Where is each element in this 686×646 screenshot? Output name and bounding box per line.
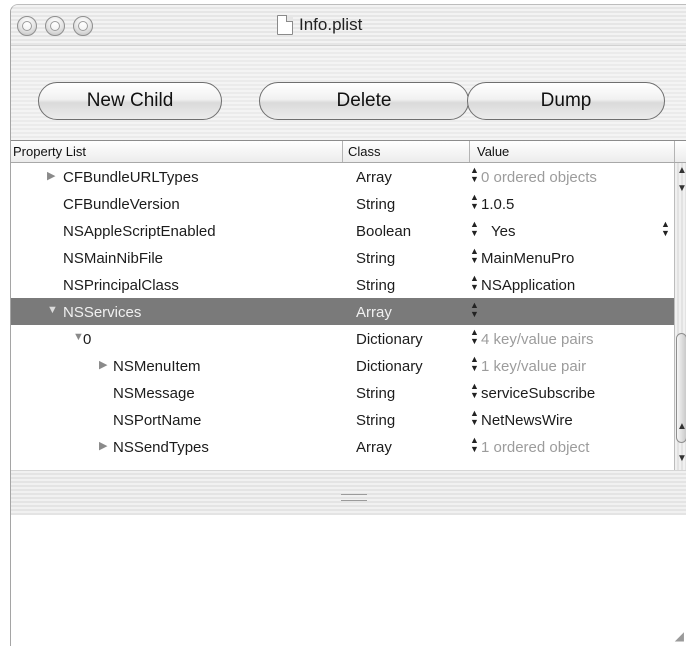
property-list-table: Property List Class Value ▶ CFBundleURLTy… xyxy=(11,140,686,471)
header-class[interactable]: Class xyxy=(348,144,381,159)
property-value[interactable]: 1 key/value pair xyxy=(481,358,586,375)
table-row[interactable]: ▼ 0 Dictionary ▲ ▼ 4 key/value pairs xyxy=(11,325,674,352)
property-value[interactable]: MainMenuPro xyxy=(481,250,574,267)
property-key[interactable]: CFBundleURLTypes xyxy=(63,169,199,186)
property-class[interactable]: String xyxy=(356,412,395,429)
document-icon xyxy=(277,15,293,35)
property-key[interactable]: NSPortName xyxy=(113,412,201,429)
window-title-group: Info.plist xyxy=(277,15,362,35)
class-stepper-icon[interactable]: ▲ ▼ xyxy=(470,193,479,211)
property-value[interactable]: 4 key/value pairs xyxy=(481,331,594,348)
property-class[interactable]: Array xyxy=(356,304,392,321)
property-key[interactable]: NSAppleScriptEnabled xyxy=(63,223,216,240)
table-row[interactable]: ▼ NSServices Array ▲ ▼ xyxy=(11,298,674,325)
popup-arrows-icon[interactable]: ▲ ▼ xyxy=(661,220,670,238)
class-stepper-icon[interactable]: ▲ ▼ xyxy=(470,301,479,319)
class-stepper-icon[interactable]: ▲ ▼ xyxy=(470,409,479,427)
title-bar[interactable]: Info.plist xyxy=(11,5,686,46)
class-stepper-icon[interactable]: ▲ ▼ xyxy=(470,274,479,292)
table-row[interactable]: NSPortName String ▲ ▼ NetNewsWire xyxy=(11,406,674,433)
property-value[interactable]: Yes xyxy=(491,223,515,240)
property-class[interactable]: String xyxy=(356,385,395,402)
class-stepper-icon[interactable]: ▲ ▼ xyxy=(470,328,479,346)
table-row[interactable]: CFBundleVersion String ▲ ▼ 1.0.5 xyxy=(11,190,674,217)
scroll-up-arrow-icon[interactable]: ▲ xyxy=(677,165,686,176)
toolbar: New Child Delete Dump xyxy=(11,46,686,140)
scroll-down-arrow-icon[interactable]: ▼ xyxy=(677,183,686,194)
property-class[interactable]: Dictionary xyxy=(356,358,423,375)
property-value[interactable]: NSApplication xyxy=(481,277,575,294)
property-class[interactable]: Boolean xyxy=(356,223,411,240)
property-class[interactable]: String xyxy=(356,277,395,294)
property-value[interactable]: 0 ordered objects xyxy=(481,169,597,186)
property-class[interactable]: String xyxy=(356,250,395,267)
property-key[interactable]: 0 xyxy=(83,331,91,348)
class-stepper-icon[interactable]: ▲ ▼ xyxy=(470,382,479,400)
property-class[interactable]: Dictionary xyxy=(356,331,423,348)
table-row[interactable]: NSMessage String ▲ ▼ serviceSubscribe xyxy=(11,379,674,406)
table-row[interactable]: NSPrincipalClass String ▲ ▼ NSApplication xyxy=(11,271,674,298)
class-stepper-icon[interactable]: ▲ ▼ xyxy=(470,436,479,454)
property-class[interactable]: String xyxy=(356,196,395,213)
property-value[interactable]: serviceSubscribe xyxy=(481,385,595,402)
property-key[interactable]: NSMessage xyxy=(113,385,195,402)
window-title: Info.plist xyxy=(299,15,363,34)
delete-button[interactable]: Delete xyxy=(259,82,469,120)
minimize-button[interactable] xyxy=(45,16,65,36)
vertical-scrollbar[interactable]: ▲ ▼ ▲ ▼ xyxy=(674,163,686,471)
column-divider[interactable] xyxy=(469,141,470,162)
table-row[interactable]: NSAppleScriptEnabled Boolean ▲ ▼ Yes ▲ ▼ xyxy=(11,217,674,244)
table-row[interactable]: ▶ NSSendTypes Array ▲ ▼ 1 ordered object xyxy=(11,433,674,460)
column-divider[interactable] xyxy=(342,141,343,162)
property-value[interactable]: NetNewsWire xyxy=(481,412,573,429)
table-row[interactable]: ▶ NSMenuItem Dictionary ▲ ▼ 1 key/value pair xyxy=(11,352,674,379)
header-value[interactable]: Value xyxy=(477,144,509,159)
dump-output-pane[interactable]: ◢ xyxy=(11,515,686,646)
splitter-grip-icon[interactable] xyxy=(341,494,367,501)
property-key[interactable]: NSMainNibFile xyxy=(63,250,163,267)
disclosure-triangle-collapsed-icon[interactable]: ▶ xyxy=(47,169,55,182)
disclosure-triangle-collapsed-icon[interactable]: ▶ xyxy=(99,358,107,371)
split-view-divider[interactable] xyxy=(11,470,686,516)
property-value[interactable]: 1 ordered object xyxy=(481,439,589,456)
property-class[interactable]: Array xyxy=(356,439,392,456)
class-stepper-icon[interactable]: ▲ ▼ xyxy=(470,355,479,373)
disclosure-triangle-collapsed-icon[interactable]: ▶ xyxy=(99,439,107,452)
column-divider xyxy=(674,141,675,162)
property-key[interactable]: NSPrincipalClass xyxy=(63,277,179,294)
property-key[interactable]: NSServices xyxy=(63,304,141,321)
resize-handle-icon[interactable]: ◢ xyxy=(675,629,684,643)
class-stepper-icon[interactable]: ▲ ▼ xyxy=(470,247,479,265)
new-child-button[interactable]: New Child xyxy=(38,82,222,120)
header-property-list[interactable]: Property List xyxy=(13,144,86,159)
table-row[interactable]: NSMainNibFile String ▲ ▼ MainMenuPro xyxy=(11,244,674,271)
scroll-down-arrow-icon[interactable]: ▼ xyxy=(677,453,686,464)
property-key[interactable]: NSSendTypes xyxy=(113,439,209,456)
property-class[interactable]: Array xyxy=(356,169,392,186)
scroll-up-arrow-icon[interactable]: ▲ xyxy=(677,421,686,432)
class-stepper-icon[interactable]: ▲ ▼ xyxy=(470,166,479,184)
class-stepper-icon[interactable]: ▲ ▼ xyxy=(470,220,479,238)
dump-button[interactable]: Dump xyxy=(467,82,665,120)
zoom-button[interactable] xyxy=(73,16,93,36)
table-row[interactable]: ▶ CFBundleURLTypes Array ▲ ▼ 0 ordered object… xyxy=(11,163,674,190)
table-header: Property List Class Value xyxy=(11,141,686,163)
property-key[interactable]: NSMenuItem xyxy=(113,358,201,375)
window: Info.plist New Child Delete Dump Propert… xyxy=(10,4,686,646)
property-key[interactable]: CFBundleVersion xyxy=(63,196,180,213)
close-button[interactable] xyxy=(17,16,37,36)
property-value[interactable]: 1.0.5 xyxy=(481,196,514,213)
disclosure-triangle-expanded-icon[interactable]: ▼ xyxy=(47,304,58,316)
